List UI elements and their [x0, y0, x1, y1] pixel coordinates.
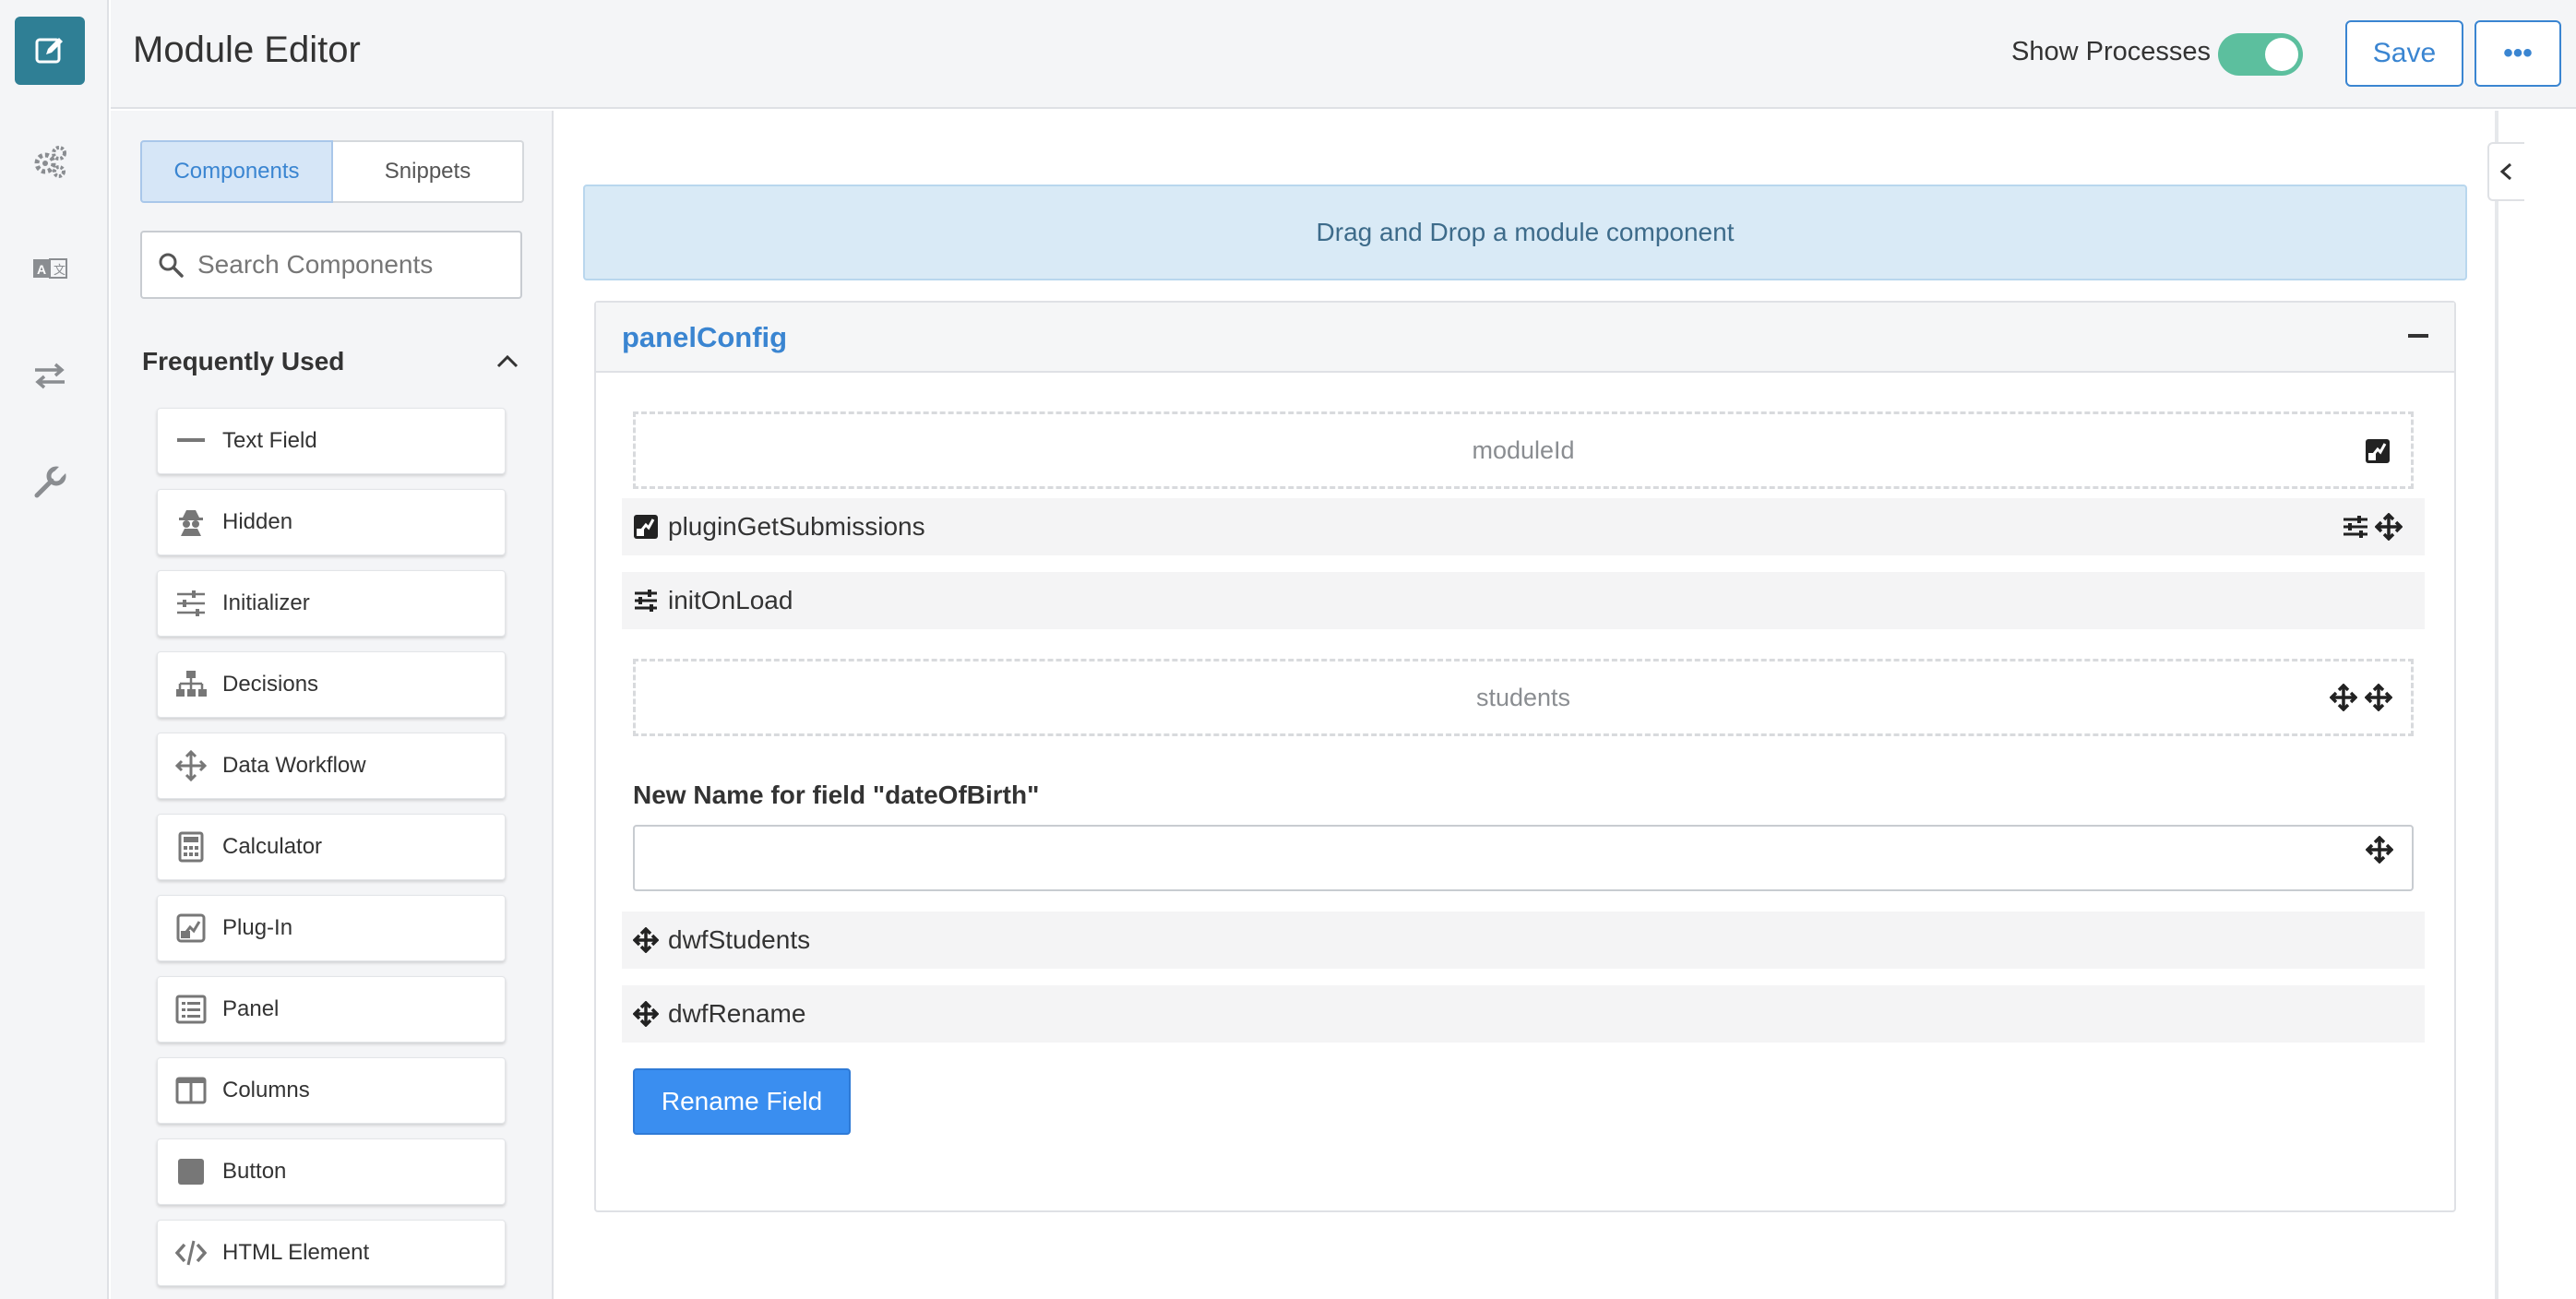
row-label: dwfRename — [668, 999, 806, 1028]
show-processes-label: Show Processes — [2011, 37, 2211, 66]
save-button[interactable]: Save — [2345, 20, 2463, 87]
wrench-icon[interactable] — [15, 448, 85, 517]
component-decisions[interactable]: Decisions — [157, 651, 506, 718]
sitemap-icon — [174, 668, 208, 701]
svg-text:文: 文 — [54, 263, 66, 277]
plugin-icon — [633, 514, 659, 540]
collapse-right-panel-button[interactable] — [2487, 142, 2524, 201]
component-label: Calculator — [222, 834, 323, 859]
row-label: dwfStudents — [668, 925, 811, 954]
students-tools — [2330, 684, 2392, 711]
rename-field-button[interactable]: Rename Field — [633, 1068, 851, 1135]
module-id-label: moduleId — [1472, 435, 1575, 464]
hidden-spy-icon — [174, 506, 208, 539]
plugin-icon[interactable] — [2365, 438, 2391, 464]
toggle-knob — [2265, 38, 2298, 71]
component-label: Button — [222, 1159, 287, 1184]
component-label: Columns — [222, 1078, 310, 1102]
sliders-icon — [174, 587, 208, 620]
edit-icon[interactable] — [15, 17, 85, 85]
panel-header[interactable]: panelConfig — [596, 303, 2454, 373]
module-id-field[interactable]: moduleId — [633, 411, 2414, 489]
chevron-up-icon[interactable] — [493, 347, 522, 376]
component-hidden[interactable]: Hidden — [157, 489, 506, 555]
component-initializer[interactable]: Initializer — [157, 570, 506, 637]
swap-arrows-icon[interactable] — [15, 341, 85, 410]
sliders-icon — [633, 588, 659, 614]
component-label: Data Workflow — [222, 753, 366, 778]
arrows-move-icon — [633, 927, 659, 953]
component-button[interactable]: Button — [157, 1138, 506, 1205]
search-components — [140, 231, 522, 299]
sidebar-tabs: Components Snippets — [140, 140, 524, 203]
code-icon — [174, 1236, 208, 1269]
section-title: Frequently Used — [142, 347, 345, 375]
component-columns[interactable]: Columns — [157, 1057, 506, 1124]
text-field-icon — [174, 424, 208, 458]
component-data-workflow[interactable]: Data Workflow — [157, 733, 506, 799]
list-panel-icon — [174, 993, 208, 1026]
button-square-icon — [174, 1155, 208, 1188]
tab-components[interactable]: Components — [140, 140, 333, 203]
arrows-move-icon[interactable] — [2365, 684, 2392, 711]
new-name-field-label: New Name for field "dateOfBirth" — [633, 781, 1040, 809]
icon-rail: A文 — [0, 0, 109, 1299]
panel-title: panelConfig — [622, 321, 788, 353]
init-on-load-row[interactable]: initOnLoad — [622, 572, 2425, 629]
component-label: HTML Element — [222, 1240, 370, 1265]
page-title: Module Editor — [133, 30, 361, 70]
search-icon — [159, 253, 184, 278]
module-canvas: Drag and Drop a module component panelCo… — [555, 111, 2495, 1299]
plugin-get-submissions-row[interactable]: pluginGetSubmissions — [622, 498, 2425, 555]
row-label: initOnLoad — [668, 586, 793, 614]
svg-text:A: A — [37, 262, 46, 277]
arrows-move-icon — [633, 1001, 659, 1027]
row-label: pluginGetSubmissions — [668, 512, 925, 541]
tab-snippets[interactable]: Snippets — [333, 140, 524, 203]
columns-icon — [174, 1074, 208, 1107]
students-label: students — [1475, 683, 1571, 711]
calculator-icon — [174, 830, 208, 864]
frequently-used-header[interactable]: Frequently Used — [142, 343, 522, 380]
new-name-input[interactable] — [633, 825, 2414, 891]
sliders-icon[interactable] — [2342, 513, 2369, 541]
component-label: Decisions — [222, 672, 319, 697]
arrows-move-icon[interactable] — [2366, 836, 2393, 864]
component-label: Text Field — [222, 428, 317, 453]
component-panel[interactable]: Panel — [157, 976, 506, 1043]
gears-icon[interactable] — [15, 127, 85, 196]
more-options-button[interactable]: ••• — [2475, 20, 2561, 87]
component-label: Hidden — [222, 509, 293, 534]
component-label: Plug-In — [222, 915, 293, 940]
students-field[interactable]: students — [633, 659, 2414, 736]
arrows-move-icon[interactable] — [2330, 684, 2357, 711]
component-calculator[interactable]: Calculator — [157, 814, 506, 880]
plugin-icon — [174, 912, 208, 945]
component-label: Initializer — [222, 590, 310, 615]
panel-config: panelConfig moduleId pluginGetSubmission… — [594, 301, 2456, 1212]
translate-icon[interactable]: A文 — [15, 234, 85, 303]
component-html-element[interactable]: HTML Element — [157, 1220, 506, 1286]
dwf-rename-row[interactable]: dwfRename — [622, 985, 2425, 1043]
dwf-students-row[interactable]: dwfStudents — [622, 912, 2425, 969]
search-input[interactable] — [197, 250, 511, 280]
arrows-move-icon[interactable] — [2375, 513, 2403, 541]
component-label: Panel — [222, 996, 280, 1021]
components-sidebar: Components Snippets Frequently Used Text… — [111, 111, 554, 1299]
collapse-minus-icon[interactable] — [2408, 334, 2428, 338]
arrows-move-icon — [174, 749, 208, 782]
right-panel-edge — [2495, 111, 2498, 1299]
show-processes-toggle[interactable] — [2218, 33, 2303, 76]
component-text-field[interactable]: Text Field — [157, 408, 506, 474]
row-tools — [2342, 513, 2403, 541]
top-header: Module Editor Show Processes Save ••• — [111, 0, 2576, 109]
component-plug-in[interactable]: Plug-In — [157, 895, 506, 961]
chevron-left-icon — [2499, 162, 2511, 181]
drop-zone[interactable]: Drag and Drop a module component — [583, 185, 2467, 280]
